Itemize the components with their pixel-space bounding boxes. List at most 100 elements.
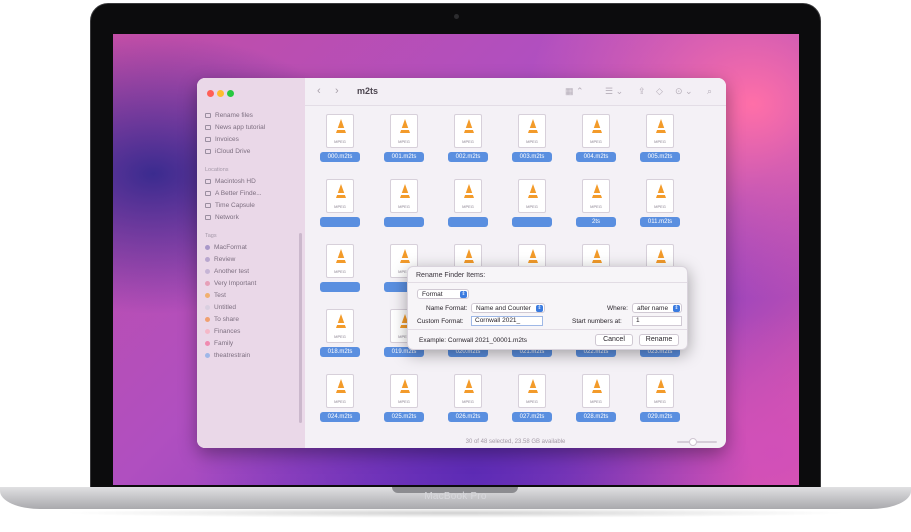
vlc-cone-icon — [592, 249, 602, 263]
sidebar-tag-another-test[interactable]: Another test — [205, 268, 249, 275]
file-item[interactable]: MPEG 018.m2ts — [319, 309, 361, 365]
sidebar-section-tags: Tags — [205, 233, 217, 239]
divider — [408, 282, 687, 283]
status-bar: 30 of 48 selected, 23.58 GB available — [465, 439, 566, 445]
file-type-label: MPEG — [590, 204, 602, 209]
group-icon[interactable]: ☰ ⌄ — [605, 86, 623, 97]
finder-sidebar: Rename files News app tutorial Invoices … — [197, 78, 305, 448]
tag-dot-icon — [205, 329, 210, 334]
custom-format-field[interactable]: Cornwall 2021_ — [471, 316, 543, 326]
file-item[interactable]: MPEG 028.m2ts — [575, 374, 617, 430]
close-window-button[interactable] — [207, 90, 214, 97]
folder-icon — [205, 125, 211, 130]
sidebar-tag-test[interactable]: Test — [205, 292, 226, 299]
sidebar-item-label: Family — [214, 340, 234, 347]
tag-icon[interactable]: ◇ — [656, 86, 663, 97]
vlc-cone-icon — [656, 119, 666, 133]
sidebar-scrollbar[interactable] — [299, 233, 302, 423]
mpeg-file-icon: MPEG — [582, 374, 610, 408]
file-name-label: 025.m2ts — [384, 412, 424, 422]
mpeg-file-icon: MPEG — [646, 114, 674, 148]
sidebar-item-invoices[interactable]: Invoices — [205, 136, 239, 143]
example-text: Example: Cornwall 2021_00001.m2ts — [419, 337, 528, 344]
where-label: Where: — [607, 305, 628, 312]
file-item[interactable]: MPEG — [319, 179, 361, 235]
mpeg-file-icon: MPEG — [646, 374, 674, 408]
where-select[interactable]: after name ⇕ — [632, 303, 682, 313]
sidebar-item-label: A Better Finde... — [215, 190, 262, 197]
file-type-label: MPEG — [654, 139, 666, 144]
file-item[interactable]: MPEG 003.m2ts — [511, 114, 553, 170]
file-type-label: MPEG — [590, 399, 602, 404]
file-item[interactable]: MPEG 2ts — [575, 179, 617, 235]
start-numbers-field[interactable]: 1 — [632, 316, 682, 326]
sidebar-tag-untitled[interactable]: Untitled — [205, 304, 236, 311]
file-item[interactable]: MPEG 025.m2ts — [383, 374, 425, 430]
chevron-updown-icon: ⇕ — [536, 305, 543, 312]
vlc-cone-icon — [528, 119, 538, 133]
sidebar-tag-family[interactable]: Family — [205, 340, 233, 347]
sidebar-item-label: Time Capsule — [215, 202, 255, 209]
file-item[interactable]: MPEG 000.m2ts — [319, 114, 361, 170]
mpeg-file-icon: MPEG — [518, 179, 546, 213]
sidebar-item-label: Network — [215, 214, 239, 221]
icon-size-slider-knob[interactable] — [689, 438, 697, 446]
dialog-title: Rename Finder Items: — [416, 272, 486, 279]
minimize-window-button[interactable] — [217, 90, 224, 97]
rename-button[interactable]: Rename — [639, 334, 679, 346]
sidebar-tag-theatrestrain[interactable]: theatrestrain — [205, 352, 250, 359]
name-format-select[interactable]: Name and Counter ⇕ — [471, 303, 545, 313]
file-item[interactable]: MPEG — [383, 179, 425, 235]
window-title: m2ts — [357, 86, 379, 96]
file-item[interactable]: MPEG — [319, 244, 361, 300]
file-item[interactable]: MPEG 011.m2ts — [639, 179, 681, 235]
file-item[interactable]: MPEG 004.m2ts — [575, 114, 617, 170]
file-type-label: MPEG — [334, 139, 346, 144]
search-icon[interactable]: ⌕ — [707, 86, 712, 97]
file-item[interactable]: MPEG — [447, 179, 489, 235]
sidebar-tag-review[interactable]: Review — [205, 256, 235, 263]
file-item[interactable]: MPEG 002.m2ts — [447, 114, 489, 170]
forward-button[interactable]: › — [335, 85, 339, 97]
zoom-window-button[interactable] — [227, 90, 234, 97]
rename-mode-select[interactable]: Format ⇕ — [417, 289, 469, 299]
mpeg-file-icon: MPEG — [326, 114, 354, 148]
cancel-button[interactable]: Cancel — [595, 334, 633, 346]
sidebar-item-a-better-finder[interactable]: A Better Finde... — [205, 190, 262, 197]
sidebar-tag-finances[interactable]: Finances — [205, 328, 240, 335]
vlc-cone-icon — [656, 184, 666, 198]
tag-dot-icon — [205, 281, 210, 286]
mpeg-file-icon: MPEG — [646, 179, 674, 213]
mpeg-file-icon: MPEG — [454, 114, 482, 148]
file-type-label: MPEG — [462, 139, 474, 144]
sidebar-item-icloud-drive[interactable]: iCloud Drive — [205, 148, 250, 155]
sidebar-item-news-app-tutorial[interactable]: News app tutorial — [205, 124, 265, 131]
sidebar-item-rename-files[interactable]: Rename files — [205, 112, 253, 119]
file-item[interactable]: MPEG 005.m2ts — [639, 114, 681, 170]
sidebar-tag-very-important[interactable]: Very Important — [205, 280, 256, 287]
file-type-label: MPEG — [334, 334, 346, 339]
icon-size-slider[interactable] — [677, 441, 717, 443]
view-grid-icon[interactable]: ▦ ⌃ — [565, 86, 584, 97]
sidebar-item-time-capsule[interactable]: Time Capsule — [205, 202, 255, 209]
file-item[interactable]: MPEG — [511, 179, 553, 235]
vlc-cone-icon — [592, 119, 602, 133]
file-item[interactable]: MPEG 029.m2ts — [639, 374, 681, 430]
file-item[interactable]: MPEG 026.m2ts — [447, 374, 489, 430]
back-button[interactable]: ‹ — [317, 85, 321, 97]
file-item[interactable]: MPEG 027.m2ts — [511, 374, 553, 430]
sidebar-tag-to-share[interactable]: To share — [205, 316, 239, 323]
tag-dot-icon — [205, 245, 210, 250]
disk-icon — [205, 203, 211, 208]
file-item[interactable]: MPEG 001.m2ts — [383, 114, 425, 170]
sidebar-item-network[interactable]: Network — [205, 214, 239, 221]
file-type-label: MPEG — [334, 204, 346, 209]
share-icon[interactable]: ⇪ — [638, 86, 646, 97]
sidebar-item-macintosh-hd[interactable]: Macintosh HD — [205, 178, 256, 185]
more-actions-icon[interactable]: ⊙ ⌄ — [675, 86, 693, 97]
file-name-label: 011.m2ts — [640, 217, 680, 227]
sidebar-tag-macformat[interactable]: MacFormat — [205, 244, 247, 251]
sidebar-item-label: Macintosh HD — [215, 178, 256, 185]
vlc-cone-icon — [464, 249, 474, 263]
file-item[interactable]: MPEG 024.m2ts — [319, 374, 361, 430]
